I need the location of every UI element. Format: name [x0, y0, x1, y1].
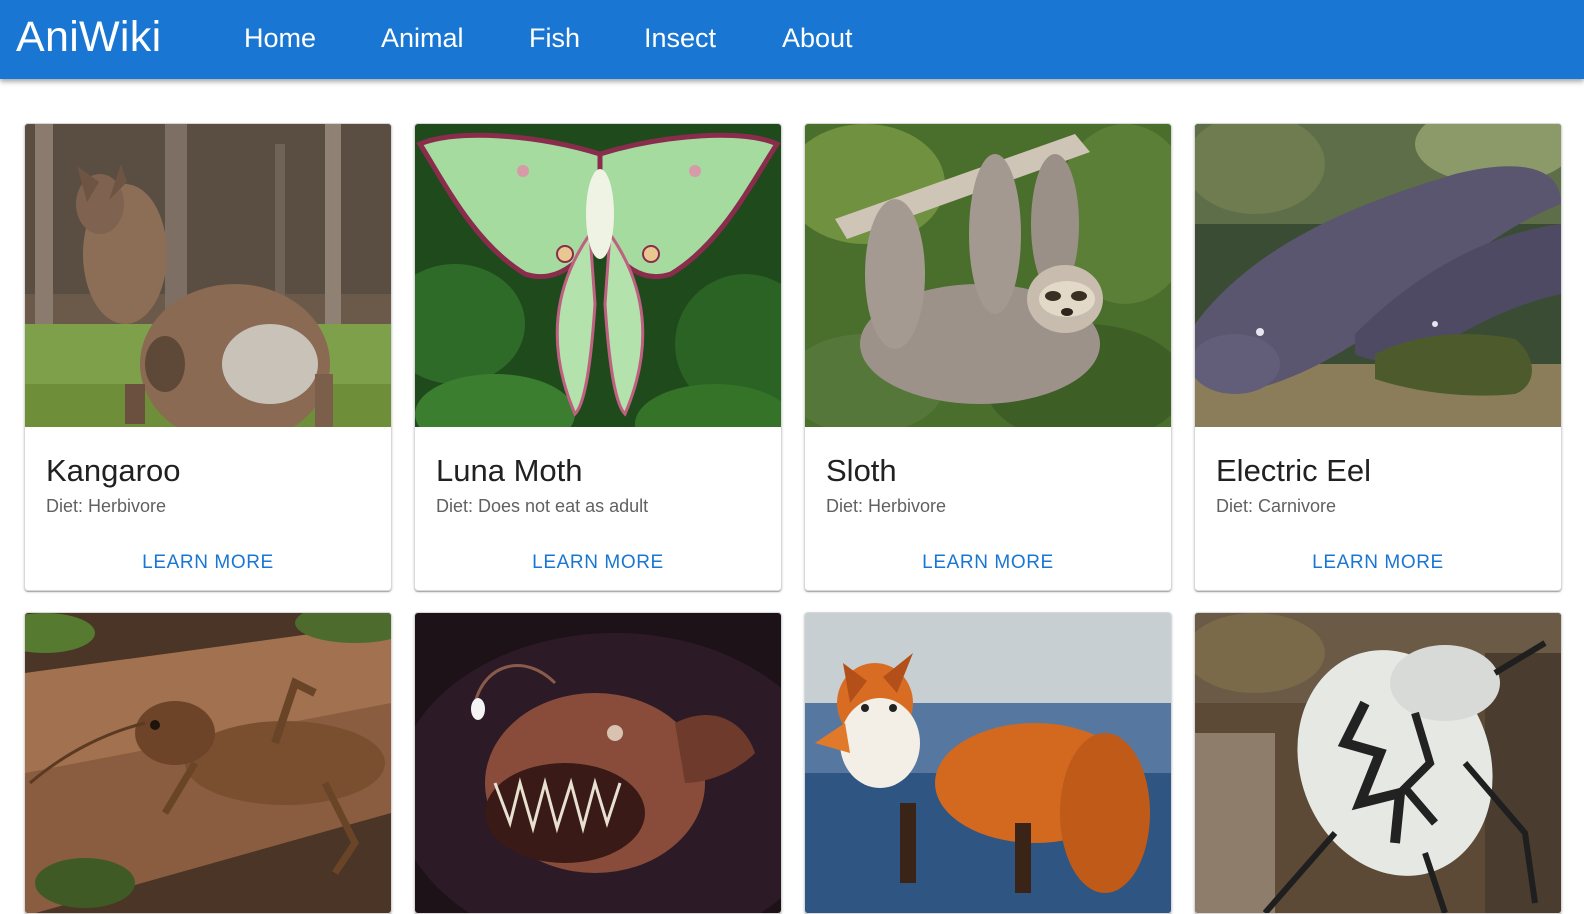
animal-card[interactable]: Kangaroo Diet: Herbivore LEARN MORE	[24, 123, 392, 591]
luna-moth-photo[interactable]	[415, 124, 781, 427]
nav-item-home[interactable]: Home	[244, 20, 316, 56]
anglerfish-photo[interactable]	[415, 613, 781, 913]
card-title: Luna Moth	[436, 453, 583, 488]
card-diet: Diet: Herbivore	[46, 496, 167, 516]
nav-item-about[interactable]: About	[782, 20, 853, 56]
nav-item-animal[interactable]: Animal	[381, 20, 464, 56]
animal-card-grid: Kangaroo Diet: Herbivore LEARN MORE Luna…	[0, 0, 1584, 914]
learn-more-button[interactable]: LEARN MORE	[25, 550, 391, 576]
kangaroo-photo[interactable]	[25, 124, 391, 427]
learn-more-button[interactable]: LEARN MORE	[1195, 550, 1561, 576]
animal-card[interactable]	[24, 612, 392, 914]
weta-insect-photo[interactable]	[25, 613, 391, 913]
animal-card[interactable]	[414, 612, 782, 914]
card-title: Kangaroo	[46, 453, 181, 488]
learn-more-button[interactable]: LEARN MORE	[415, 550, 781, 576]
brand-logo[interactable]: AniWiki	[16, 11, 161, 63]
electric-eel-photo[interactable]	[1195, 124, 1561, 427]
goliath-beetle-photo[interactable]	[1195, 613, 1561, 913]
card-diet: Diet: Carnivore	[1216, 496, 1337, 516]
animal-card[interactable]: Luna Moth Diet: Does not eat as adult LE…	[414, 123, 782, 591]
animal-card[interactable]	[1194, 612, 1562, 914]
card-diet: Diet: Herbivore	[826, 496, 947, 516]
animal-card[interactable]: Sloth Diet: Herbivore LEARN MORE	[804, 123, 1172, 591]
card-diet: Diet: Does not eat as adult	[436, 496, 649, 516]
red-fox-photo[interactable]	[805, 613, 1171, 913]
sloth-photo[interactable]	[805, 124, 1171, 427]
learn-more-button[interactable]: LEARN MORE	[805, 550, 1171, 576]
app-bar: AniWiki Home Animal Fish Insect About	[0, 0, 1584, 79]
card-title: Sloth	[826, 453, 897, 488]
animal-card[interactable]: Electric Eel Diet: Carnivore LEARN MORE	[1194, 123, 1562, 591]
nav-item-fish[interactable]: Fish	[529, 20, 580, 56]
nav-item-insect[interactable]: Insect	[644, 20, 716, 56]
animal-card[interactable]	[804, 612, 1172, 914]
card-title: Electric Eel	[1216, 453, 1372, 488]
